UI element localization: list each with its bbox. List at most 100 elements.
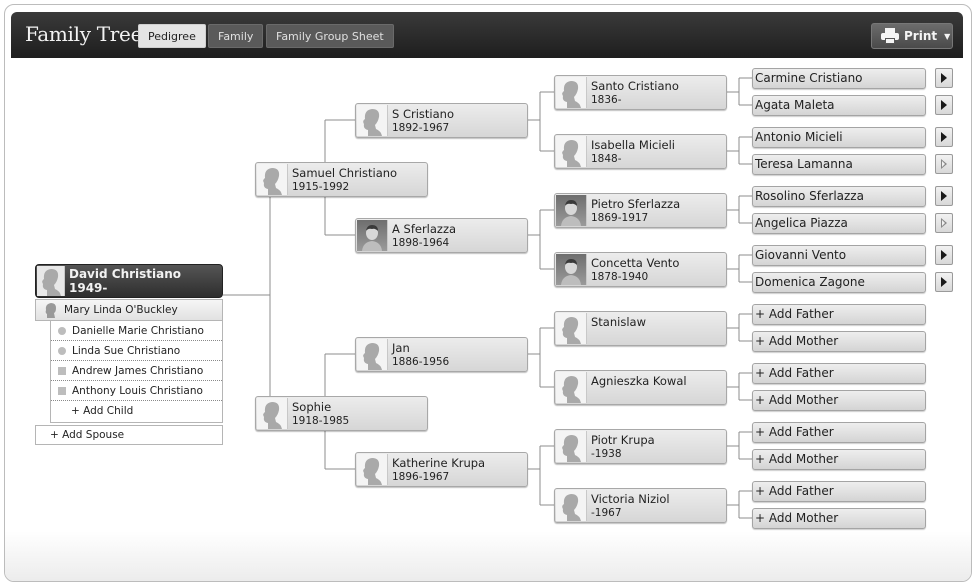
person-card[interactable]: Piotr Krupa -1938 <box>554 429 727 464</box>
header-bar: Family Tree Pedigree Family Family Group… <box>11 12 963 58</box>
person-name: A Sferlazza <box>392 222 457 236</box>
person-card[interactable]: Concetta Vento 1878-1940 <box>554 252 727 287</box>
expand-ancestors-button[interactable] <box>935 272 953 292</box>
expand-ancestors-button[interactable] <box>935 213 953 233</box>
tab-family-group-sheet[interactable]: Family Group Sheet <box>266 24 394 48</box>
person-card[interactable]: Isabella Micieli 1848- <box>554 134 727 169</box>
silhouette-icon <box>556 77 587 108</box>
person-photo <box>556 254 587 285</box>
person-card[interactable]: A Sferlazza 1898-1964 <box>355 218 528 253</box>
person-dates: 1898-1964 <box>392 237 450 249</box>
silhouette-icon <box>556 313 587 344</box>
person-name: Katherine Krupa <box>392 456 486 470</box>
person-card[interactable]: Stanislaw <box>554 311 727 346</box>
male-icon <box>58 366 66 375</box>
female-icon <box>58 346 66 355</box>
person-dates: 1848- <box>591 153 622 165</box>
add-mother-button[interactable]: + Add Mother <box>752 331 926 352</box>
expand-ancestors-button[interactable] <box>935 68 953 88</box>
person-dates: 1896-1967 <box>392 471 450 483</box>
person-card[interactable]: S Cristiano 1892-1967 <box>355 103 528 138</box>
person-card[interactable]: Santo Cristiano 1836- <box>554 75 727 110</box>
root-person-name: David Christiano <box>69 267 182 281</box>
print-label: Print <box>904 29 938 43</box>
person-card[interactable]: Agnieszka Kowal <box>554 370 727 405</box>
child-item[interactable]: Danielle Marie Christiano <box>51 321 222 341</box>
person-card[interactable]: Katherine Krupa 1896-1967 <box>355 452 528 487</box>
silhouette-icon <box>257 164 288 195</box>
play-outline-icon <box>941 218 947 228</box>
root-person-dates: 1949- <box>69 281 108 295</box>
person-card[interactable]: Samuel Christiano 1915-1992 <box>255 162 428 197</box>
expand-ancestors-button[interactable] <box>935 127 953 147</box>
person-name: Victoria Niziol <box>591 492 670 506</box>
tab-pedigree[interactable]: Pedigree <box>138 24 206 48</box>
silhouette-icon <box>556 431 587 462</box>
ancestor-box[interactable]: Giovanni Vento <box>752 245 926 266</box>
ancestor-box[interactable]: Angelica Piazza <box>752 213 926 234</box>
person-dates: -1938 <box>591 448 622 460</box>
person-dates: 1869-1917 <box>591 212 649 224</box>
child-item[interactable]: Linda Sue Christiano <box>51 341 222 361</box>
add-father-button[interactable]: + Add Father <box>752 481 926 502</box>
tab-family[interactable]: Family <box>208 24 264 48</box>
add-father-button[interactable]: + Add Father <box>752 363 926 384</box>
ancestor-box[interactable]: Agata Maleta <box>752 95 926 116</box>
children-list: Danielle Marie Christiano Linda Sue Chri… <box>50 321 223 423</box>
silhouette-icon <box>556 372 587 403</box>
person-name: Agnieszka Kowal <box>591 374 687 388</box>
person-dates: 1915-1992 <box>292 181 350 193</box>
silhouette-icon <box>357 105 388 136</box>
play-icon <box>941 73 947 83</box>
silhouette-icon <box>357 454 388 485</box>
child-item[interactable]: Anthony Louis Christiano <box>51 381 222 401</box>
person-name: Concetta Vento <box>591 256 680 270</box>
spouse-row[interactable]: Mary Linda O'Buckley <box>35 299 223 321</box>
play-icon <box>941 277 947 287</box>
male-icon <box>58 386 66 395</box>
play-icon <box>941 132 947 142</box>
silhouette-icon <box>37 266 65 296</box>
expand-ancestors-button[interactable] <box>935 186 953 206</box>
root-person-card[interactable]: David Christiano 1949- <box>35 264 223 298</box>
ancestor-box[interactable]: Carmine Cristiano <box>752 68 926 89</box>
person-name: Isabella Micieli <box>591 138 675 152</box>
person-card[interactable]: Sophie 1918-1985 <box>255 396 428 431</box>
play-outline-icon <box>941 159 947 169</box>
person-card[interactable]: Victoria Niziol -1967 <box>554 488 727 523</box>
spouse-name: Mary Linda O'Buckley <box>64 304 178 316</box>
app-title: Family Tree <box>25 22 143 46</box>
expand-ancestors-button[interactable] <box>935 245 953 265</box>
silhouette-icon <box>257 398 288 429</box>
ancestor-box[interactable]: Rosolino Sferlazza <box>752 186 926 207</box>
print-button[interactable]: Print ▼ <box>871 23 953 49</box>
person-photo <box>357 220 388 251</box>
silhouette-icon <box>556 490 587 521</box>
person-dates: 1836- <box>591 94 622 106</box>
person-name: Piotr Krupa <box>591 433 655 447</box>
female-icon <box>58 326 66 335</box>
add-father-button[interactable]: + Add Father <box>752 304 926 325</box>
ancestor-box[interactable]: Teresa Lamanna <box>752 154 926 175</box>
add-spouse-button[interactable]: + Add Spouse <box>35 425 223 445</box>
ancestor-box[interactable]: Domenica Zagone <box>752 272 926 293</box>
child-item[interactable]: Andrew James Christiano <box>51 361 222 381</box>
expand-ancestors-button[interactable] <box>935 154 953 174</box>
person-card[interactable]: Pietro Sferlazza 1869-1917 <box>554 193 727 228</box>
ancestor-box[interactable]: Antonio Micieli <box>752 127 926 148</box>
person-dates: -1967 <box>591 507 622 519</box>
caret-down-icon: ▼ <box>944 31 951 41</box>
child-name: Andrew James Christiano <box>72 364 204 377</box>
expand-ancestors-button[interactable] <box>935 95 953 115</box>
add-child-button[interactable]: + Add Child <box>51 401 222 421</box>
child-name: Linda Sue Christiano <box>72 344 181 357</box>
play-icon <box>941 250 947 260</box>
play-icon <box>941 191 947 201</box>
add-mother-button[interactable]: + Add Mother <box>752 390 926 411</box>
add-mother-button[interactable]: + Add Mother <box>752 508 926 529</box>
add-father-button[interactable]: + Add Father <box>752 422 926 443</box>
add-mother-button[interactable]: + Add Mother <box>752 449 926 470</box>
play-icon <box>941 100 947 110</box>
person-card[interactable]: Jan 1886-1956 <box>355 337 528 372</box>
person-name: Stanislaw <box>591 315 646 329</box>
